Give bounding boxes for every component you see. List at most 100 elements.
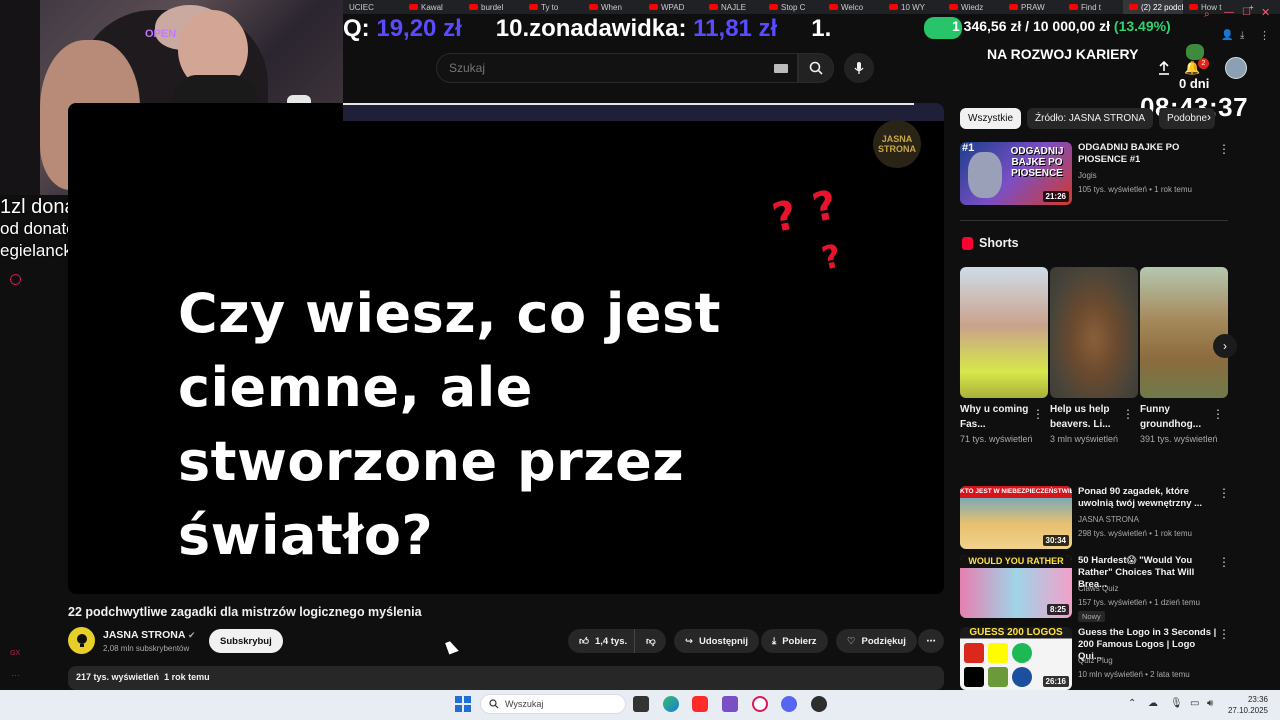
volume-icon[interactable]: 🔊︎ bbox=[1207, 698, 1213, 709]
more-options-icon[interactable]: ⋮ bbox=[1122, 407, 1134, 421]
close-icon[interactable]: ✕ bbox=[1261, 6, 1270, 19]
channel-name-main[interactable]: JASNA STRONA ✔ bbox=[103, 629, 196, 641]
goal-percent: (13.49%) bbox=[1113, 18, 1171, 34]
video-meta: 157 tys. wyświetleń • 1 dzień temu bbox=[1078, 598, 1200, 607]
gx-icon[interactable]: GX bbox=[10, 650, 20, 657]
more-options-icon[interactable]: ⋮ bbox=[1218, 627, 1230, 641]
channel-name-text[interactable]: JASNA STRONA bbox=[103, 629, 185, 641]
more-options-icon[interactable]: ⋮ bbox=[1032, 407, 1044, 421]
recommended-video-top[interactable]: #1 ODGADNIJ BAJKE PO PIOSENCE 21:26 ODGA… bbox=[960, 142, 1230, 205]
short-thumbnail[interactable] bbox=[960, 267, 1048, 398]
video-progress[interactable] bbox=[343, 103, 914, 105]
chips-next-icon[interactable]: › bbox=[1207, 110, 1211, 124]
obs-icon[interactable] bbox=[811, 696, 827, 712]
download-icon[interactable]: ⤓ bbox=[1240, 30, 1244, 41]
browser-tab-label: Ty to bbox=[541, 2, 559, 12]
search-input[interactable] bbox=[437, 54, 797, 82]
thumb-rank: #1 bbox=[962, 142, 975, 154]
browser-tab-label: Wiedz bbox=[961, 2, 984, 12]
more-actions-button[interactable]: ⋯ bbox=[918, 629, 944, 653]
opera-gx-icon[interactable] bbox=[752, 696, 768, 712]
task-view-icon[interactable] bbox=[633, 696, 649, 712]
voice-search-button[interactable] bbox=[844, 53, 874, 83]
more-options-icon[interactable]: ⋮ bbox=[1218, 142, 1230, 156]
short-card-2[interactable]: Help us help beavers. Li... 3 mln wyświe… bbox=[1050, 267, 1138, 446]
short-title[interactable]: Why u coming Fas... bbox=[960, 402, 1032, 432]
network-icon[interactable]: ▭ bbox=[1190, 698, 1199, 709]
shorts-next-button[interactable]: › bbox=[1213, 334, 1237, 358]
channel-avatar[interactable] bbox=[68, 627, 95, 654]
browser-tab[interactable]: Kawal bbox=[403, 0, 463, 14]
keyboard-icon[interactable] bbox=[774, 64, 788, 73]
more-options-icon[interactable]: ⋮ bbox=[1212, 407, 1224, 421]
maximize-icon[interactable]: ☐ bbox=[1242, 7, 1251, 18]
more-options-icon[interactable]: ⋮ bbox=[1218, 486, 1230, 500]
mic-tray-icon[interactable]: 🎙︎ bbox=[1170, 698, 1183, 709]
video-thumbnail[interactable]: KTO JEST W NIEBEZPIECZEŃSTWIE? 30:34 bbox=[960, 486, 1072, 549]
like-button[interactable]: 👍︎ 1,4 tys. bbox=[568, 629, 634, 653]
browser-tab[interactable]: (2) 22 podch bbox=[1123, 0, 1183, 14]
snip-tool-icon[interactable] bbox=[722, 696, 738, 712]
more-icon[interactable]: ··· bbox=[11, 670, 20, 680]
settings-icon[interactable] bbox=[10, 274, 21, 285]
browser-tab[interactable]: UCIEC bbox=[343, 0, 403, 14]
download-button[interactable]: ⤓ Pobierz bbox=[761, 629, 828, 653]
taskbar-clock[interactable]: 23:36 27.10.2025 bbox=[1222, 694, 1268, 716]
browser-tab[interactable]: How t bbox=[1183, 0, 1243, 14]
search-icon[interactable]: ⌕ bbox=[1204, 9, 1210, 20]
subscribe-button[interactable]: Subskrybuj bbox=[209, 629, 283, 653]
menu-icon[interactable]: ⋮ bbox=[1259, 29, 1270, 42]
short-card-3[interactable]: Funny groundhog... 391 tys. wyświetleń ⋮ bbox=[1140, 267, 1228, 446]
edge-icon[interactable] bbox=[663, 696, 679, 712]
wallet-icon[interactable]: 👤 bbox=[1221, 30, 1233, 41]
upload-icon[interactable] bbox=[1157, 60, 1173, 76]
browser-tab[interactable]: NAJLE bbox=[703, 0, 763, 14]
thanks-button[interactable]: ♡ Podziękuj bbox=[836, 629, 917, 653]
channel-name[interactable]: Quiz Plug bbox=[1078, 656, 1113, 665]
cloud-icon[interactable]: ☁ bbox=[1148, 698, 1158, 709]
short-thumbnail[interactable] bbox=[1050, 267, 1138, 398]
taskbar-search[interactable]: Wyszukaj bbox=[480, 694, 626, 714]
chip-source[interactable]: Źródło: JASNA STRONA bbox=[1027, 108, 1154, 129]
recommended-video[interactable]: KTO JEST W NIEBEZPIECZEŃSTWIE? 30:34 Pon… bbox=[960, 486, 1230, 549]
start-button-icon[interactable] bbox=[455, 696, 471, 712]
browser-tab[interactable]: Ty to bbox=[523, 0, 583, 14]
channel-name[interactable]: Jogis bbox=[1078, 171, 1097, 180]
video-thumbnail[interactable]: WOULD YOU RATHER 8:25 bbox=[960, 555, 1072, 618]
browser-tab[interactable]: burdel bbox=[463, 0, 523, 14]
search-box[interactable] bbox=[436, 53, 798, 83]
description-box[interactable]: 217 tys. wyświetleń 1 rok temu bbox=[68, 666, 944, 690]
youtube-app-icon[interactable] bbox=[692, 696, 708, 712]
more-options-icon[interactable]: ⋮ bbox=[1218, 555, 1230, 569]
share-button[interactable]: ↪ Udostępnij bbox=[674, 629, 760, 653]
minimize-icon[interactable]: — bbox=[1224, 7, 1234, 18]
recommended-video[interactable]: WOULD YOU RATHER 8:25 50 Hardest😱 "Would… bbox=[960, 555, 1230, 622]
video-title[interactable]: ODGADNIJ BAJKE PO PIOSENCE #1 bbox=[1078, 142, 1218, 166]
discord-icon[interactable] bbox=[781, 696, 797, 712]
browser-tab[interactable]: Find t bbox=[1063, 0, 1123, 14]
browser-tab[interactable]: PRAW bbox=[1003, 0, 1063, 14]
browser-tab[interactable]: When bbox=[583, 0, 643, 14]
tray-expand-icon[interactable]: ⌃ bbox=[1128, 698, 1136, 709]
channel-name[interactable]: Claws Quiz bbox=[1078, 584, 1118, 593]
search-button[interactable] bbox=[798, 53, 834, 83]
short-thumbnail[interactable] bbox=[1140, 267, 1228, 398]
logo-tile bbox=[988, 667, 1008, 687]
short-card-1[interactable]: Why u coming Fas... 71 tys. wyświetleń ⋮ bbox=[960, 267, 1048, 446]
browser-tab[interactable]: Stop C bbox=[763, 0, 823, 14]
bell-icon[interactable]: 🔔 bbox=[1184, 60, 1200, 76]
short-title[interactable]: Help us help beavers. Li... bbox=[1050, 402, 1122, 432]
browser-tab[interactable]: 10 WY bbox=[883, 0, 943, 14]
browser-tab[interactable]: WPAD bbox=[643, 0, 703, 14]
chip-all[interactable]: Wszystkie bbox=[960, 108, 1021, 129]
recommended-video[interactable]: GUESS 200 LOGOS 26:16 Guess the Logo in … bbox=[960, 627, 1230, 690]
browser-tab[interactable]: Wiedz bbox=[943, 0, 1003, 14]
video-thumbnail[interactable]: #1 ODGADNIJ BAJKE PO PIOSENCE 21:26 bbox=[960, 142, 1072, 205]
browser-tab[interactable]: Welco bbox=[823, 0, 883, 14]
video-thumbnail[interactable]: GUESS 200 LOGOS 26:16 bbox=[960, 627, 1072, 690]
video-title[interactable]: Ponad 90 zagadek, które uwolnią twój wew… bbox=[1078, 486, 1218, 510]
dislike-button[interactable]: 👎︎ bbox=[634, 629, 666, 653]
account-avatar[interactable] bbox=[1225, 57, 1247, 79]
short-title[interactable]: Funny groundhog... bbox=[1140, 402, 1212, 432]
channel-name[interactable]: JASNA STRONA bbox=[1078, 515, 1139, 524]
